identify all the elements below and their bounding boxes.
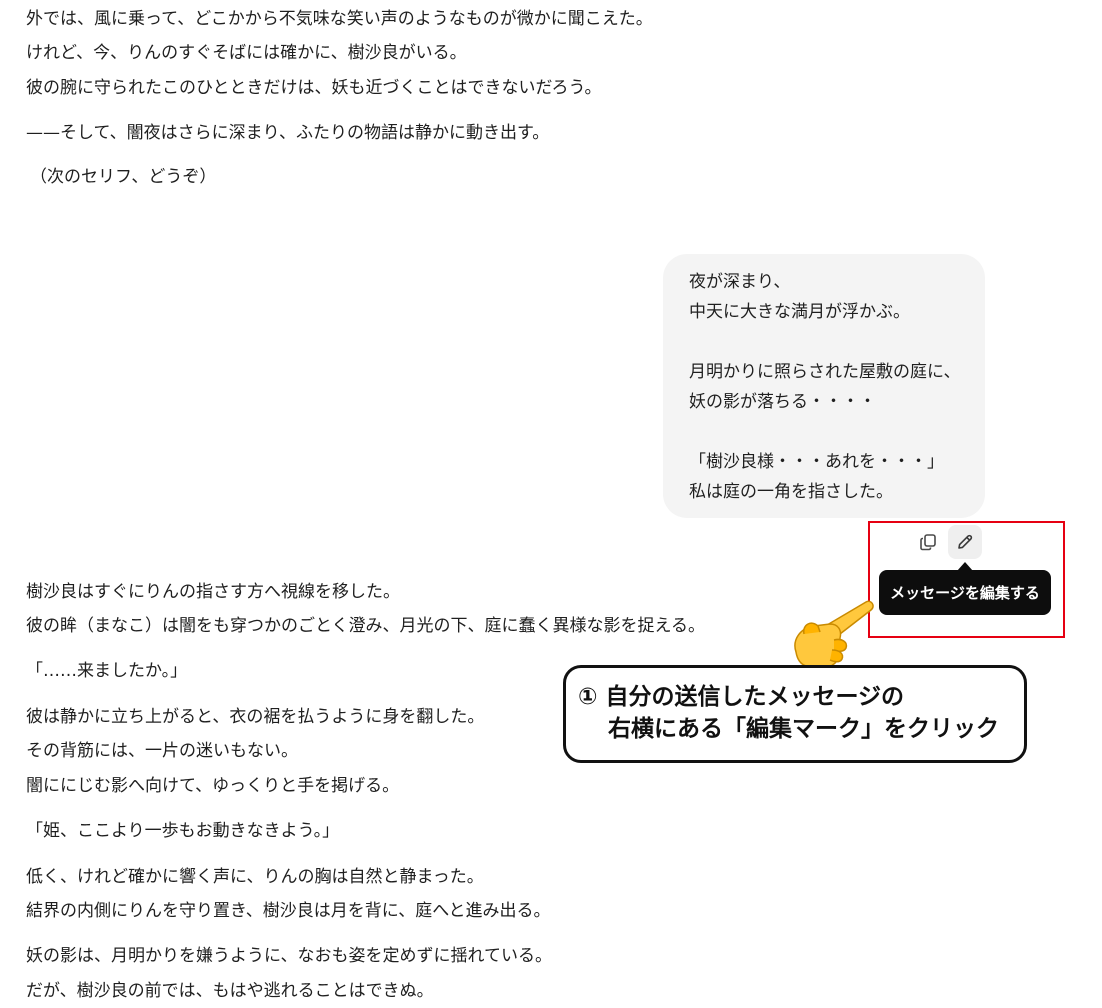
user-message-bubble: 夜が深まり、 中天に大きな満月が浮かぶ。 月明かりに照らされた屋敷の庭に、 妖の… <box>663 254 985 518</box>
assistant-text-line: （次のセリフ、どうぞ） <box>30 167 217 187</box>
user-message-line: 中天に大きな満月が浮かぶ。 <box>689 302 910 322</box>
pointing-hand-icon <box>782 594 878 674</box>
assistant-text-line: 結界の内側にりんを守り置き、樹沙良は月を背に、庭へと進み出る。 <box>26 901 551 921</box>
assistant-text-line: 低く、けれど確かに響く声に、りんの胸は自然と静まった。 <box>26 867 484 887</box>
callout-line: 右横にある「編集マーク」をクリック <box>608 716 999 742</box>
assistant-text-line: 彼は静かに立ち上がると、衣の裾を払うように身を翻した。 <box>26 707 485 727</box>
assistant-text-line: 闇ににじむ影へ向けて、ゆっくりと手を掲げる。 <box>26 776 400 796</box>
assistant-text-line: 妖の影は、月明かりを嫌うように、なおも姿を定めずに揺れている。 <box>26 946 552 966</box>
user-message-line: 妖の影が落ちる・・・・ <box>689 392 876 412</box>
assistant-text-line: 彼の眸（まなこ）は闇をも穿つかのごとく澄み、月光の下、庭に蠢く異様な影を捉える。 <box>26 616 705 636</box>
assistant-text-line: ——そして、闇夜はさらに深まり、ふたりの物語は静かに動き出す。 <box>26 123 550 143</box>
instruction-callout: ① 自分の送信したメッセージの 右横にある「編集マーク」をクリック <box>563 665 1027 763</box>
callout-line: ① 自分の送信したメッセージの <box>578 684 905 710</box>
assistant-text-line: 彼の腕に守られたこのひとときだけは、妖も近づくことはできないだろう。 <box>26 78 602 98</box>
user-message-line: 月明かりに照らされた屋敷の庭に、 <box>689 362 961 382</box>
assistant-text-line: 「……来ましたか。」 <box>26 661 188 681</box>
assistant-text-line: 「姫、ここより一歩もお動きなきよう。」 <box>26 821 340 841</box>
assistant-text-line: けれど、今、りんのすぐそばには確かに、樹沙良がいる。 <box>26 43 467 63</box>
user-message-line: 「樹沙良様・・・あれを・・・」 <box>689 452 944 472</box>
assistant-text-line: 樹沙良はすぐにりんの指さす方へ視線を移した。 <box>26 582 400 602</box>
highlight-box <box>868 521 1065 638</box>
user-message-line: 私は庭の一角を指さした。 <box>689 482 893 502</box>
assistant-text-line: だが、樹沙良の前では、もはや逃れることはできぬ。 <box>26 981 434 1001</box>
assistant-text-line: 外では、風に乗って、どこかから不気味な笑い声のようなものが微かに聞こえた。 <box>26 9 653 29</box>
assistant-text-line: その背筋には、一片の迷いもない。 <box>26 741 298 761</box>
user-message-line: 夜が深まり、 <box>689 272 791 292</box>
